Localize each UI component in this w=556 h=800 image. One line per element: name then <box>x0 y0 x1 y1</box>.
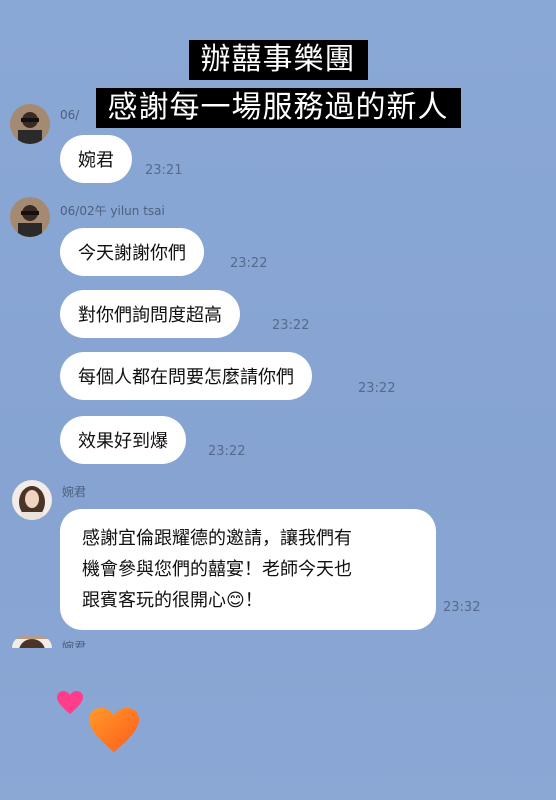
orange-heart-icon <box>86 706 142 760</box>
message-line: 感謝宜倫跟耀德的邀請，讓我們有 <box>82 528 352 549</box>
message-bubble[interactable]: 對你們詢問度超高 <box>60 290 240 338</box>
message-line: 跟賓客玩的很開心😊！ <box>82 590 263 611</box>
overlay-subtitle-text: 感謝每一場服務過的新人 <box>95 88 461 128</box>
sender-name-partial: 婉君 <box>62 640 87 648</box>
message-line: 機會參與您們的囍宴！老師今天也 <box>82 559 352 580</box>
message-time: 23:21 <box>145 163 183 178</box>
message-bubble[interactable]: 今天謝謝你們 <box>60 228 204 276</box>
message-time: 23:22 <box>208 444 246 459</box>
message-time: 23:22 <box>358 381 396 396</box>
message-time: 23:22 <box>272 318 310 333</box>
avatar-wanjun[interactable] <box>12 480 52 520</box>
avatar-wanjun-partial <box>12 636 52 648</box>
pink-heart-icon <box>56 690 84 720</box>
sender-name: 06/02午 yilun tsai <box>60 204 165 218</box>
message-bubble[interactable]: 每個人都在問要怎麼請你們 <box>60 352 312 400</box>
message-bubble[interactable]: 效果好到爆 <box>60 416 186 464</box>
sender-name: 婉君 <box>62 485 87 499</box>
message-time: 23:22 <box>230 256 268 271</box>
overlay-title-line2: 感謝每一場服務過的新人 <box>0 88 556 128</box>
avatar-yilun[interactable] <box>10 197 50 237</box>
overlay-title-line1: 辦囍事樂團 <box>0 40 556 80</box>
message-bubble[interactable]: 婉君 <box>60 135 132 183</box>
overlay-title-text: 辦囍事樂團 <box>188 40 368 80</box>
message-bubble-multiline[interactable]: 感謝宜倫跟耀德的邀請，讓我們有 機會參與您們的囍宴！老師今天也 跟賓客玩的很開心… <box>60 509 436 630</box>
message-time: 23:32 <box>443 600 481 615</box>
